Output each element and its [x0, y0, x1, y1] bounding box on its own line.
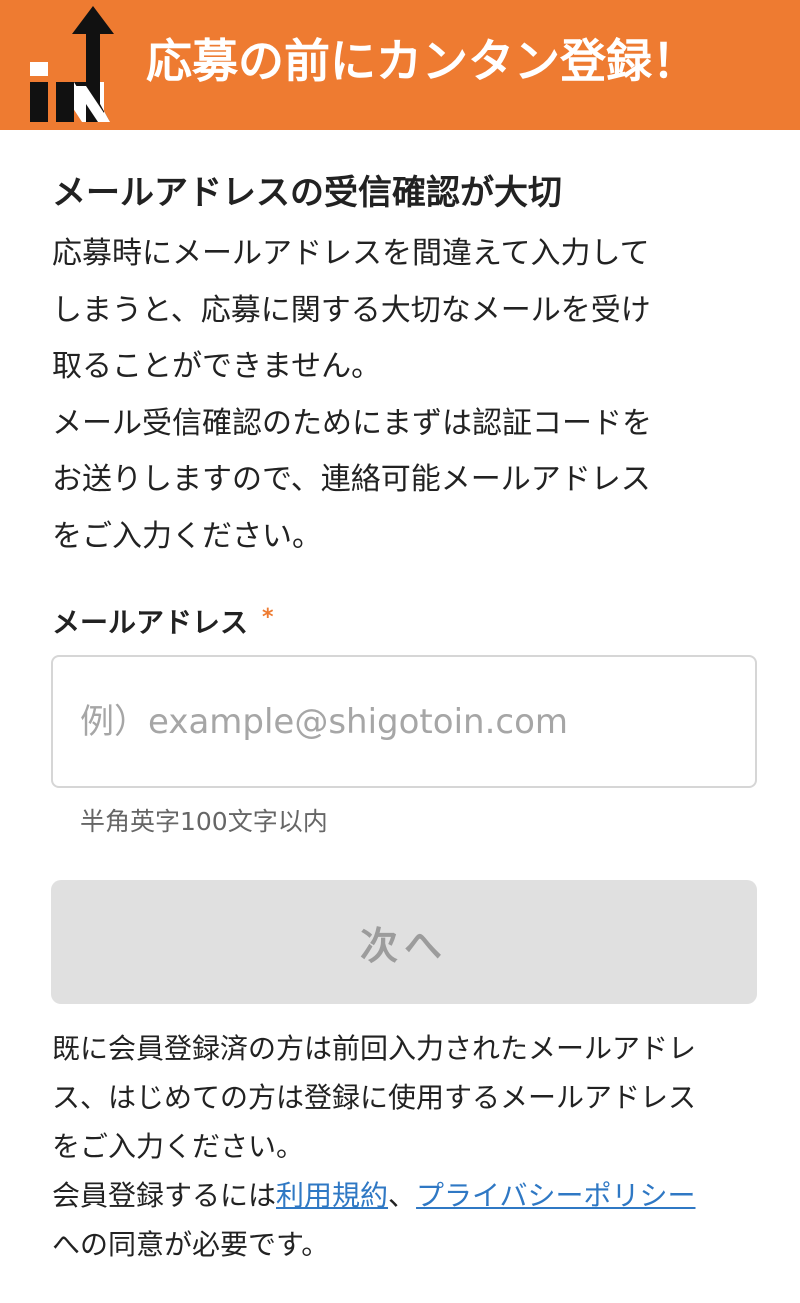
link-separator: 、	[388, 1179, 417, 1212]
section-title: メールアドレスの受信確認が大切	[52, 173, 562, 213]
intro-text-line: をご入力ください。	[52, 518, 322, 554]
intro-text-line: お送りしますので、連絡可能メールアドレス	[52, 462, 651, 497]
email-field-label: メールアドレス *	[52, 596, 274, 645]
notes-line: ス、はじめての方は登録に使用するメールアドレス	[52, 1081, 697, 1114]
email-hint: 半角英字100文字以内	[80, 807, 328, 836]
required-mark: *	[262, 605, 274, 630]
in-arrow-logo-icon	[30, 6, 114, 122]
intro-text-line: メール受信確認のためにまずは認証コードを	[52, 405, 652, 441]
intro-text-line: 取ることができません。	[52, 349, 382, 384]
agreement-prefix: 会員登録するには	[52, 1179, 277, 1212]
header-title: 応募の前にカンタン登録！	[146, 34, 698, 88]
notes-section: 既に会員登録済の方は前回入力されたメールアドレ ス、はじめての方は登録に使用する…	[52, 1024, 758, 1269]
notes-line: をご入力ください。	[52, 1130, 305, 1163]
notes-line: 既に会員登録済の方は前回入力されたメールアドレ	[52, 1032, 697, 1065]
privacy-policy-link[interactable]: プライバシーポリシー	[416, 1179, 695, 1212]
intro-text-line: 応募時にメールアドレスを間違えて入力して	[52, 236, 650, 271]
intro-description: 応募時にメールアドレスを間違えて入力して しまうと、応募に関する大切なメールを受…	[52, 226, 758, 565]
agreement-suffix: への同意が必要です。	[52, 1228, 330, 1261]
intro-text-line: しまうと、応募に関する大切なメールを受け	[52, 292, 651, 328]
terms-link[interactable]: 利用規約	[276, 1179, 388, 1212]
next-button[interactable]: 次へ	[51, 880, 757, 1004]
email-label-text: メールアドレス	[52, 606, 249, 639]
intro-section: メールアドレスの受信確認が大切 応募時にメールアドレスを間違えて入力して しまう…	[52, 160, 758, 565]
email-field[interactable]	[51, 655, 757, 788]
agreement-text: 会員登録するには利用規約、プライバシーポリシー	[52, 1171, 758, 1220]
app-header: 応募の前にカンタン登録！	[0, 0, 800, 130]
